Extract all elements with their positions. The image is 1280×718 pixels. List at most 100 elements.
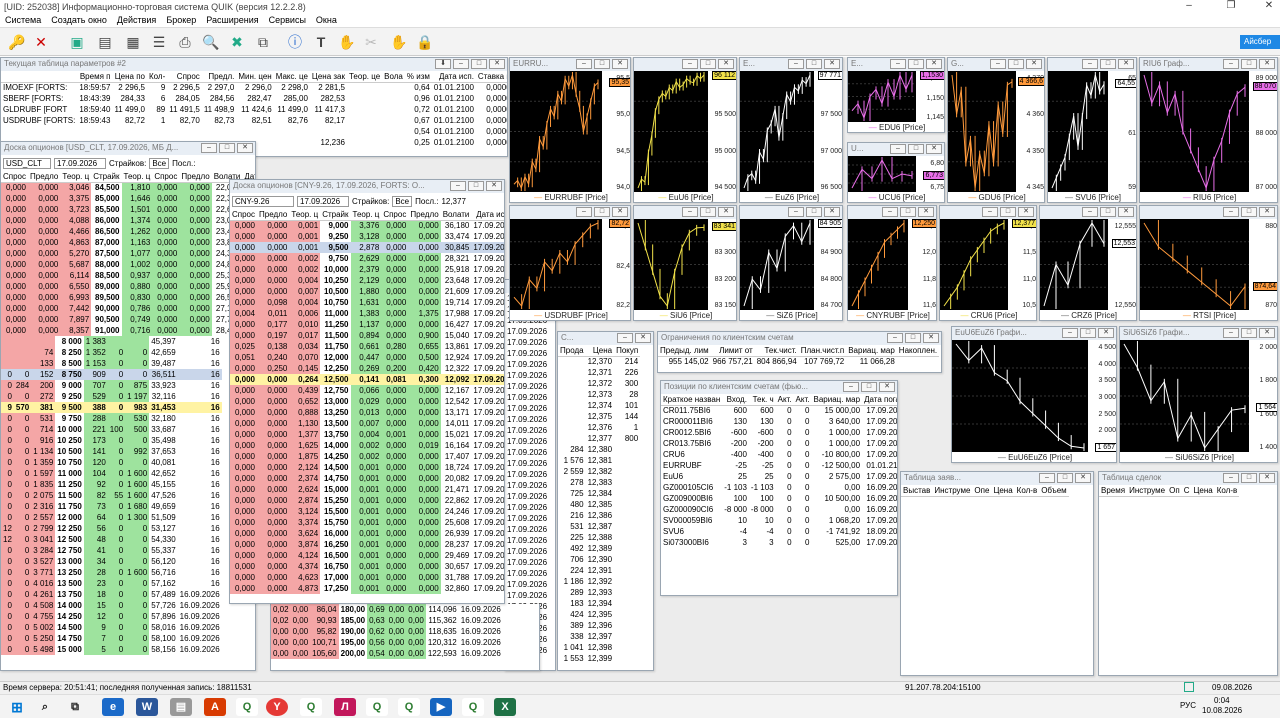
table-row[interactable]: 001 835 11 250 92 0 1 600 45,155 16 bbox=[1, 479, 222, 490]
minimize-button[interactable]: – bbox=[843, 382, 859, 392]
column-header[interactable]: Цена bbox=[991, 485, 1015, 497]
base-asset-select[interactable]: CNY-9.26 bbox=[232, 195, 294, 207]
table-row[interactable]: 0,000 0,098 0,004 10,750 1,631 0,000 0,000 19,7… bbox=[230, 297, 504, 308]
table-row[interactable]: 0 284 200 9 000 707 0 875 33,923 16 bbox=[1, 380, 222, 391]
table-row[interactable]: 424 12,395 bbox=[558, 609, 640, 620]
table-row[interactable]: 002 075 11 500 82 55 1 600 47,526 16 bbox=[1, 490, 222, 501]
close-button[interactable]: ✕ bbox=[824, 59, 840, 69]
table-row[interactable]: 0,000 0,000 3,124 15,500 0,001 0,000 0,000 24,2… bbox=[230, 506, 504, 517]
table-row[interactable]: SV000059BI61010001 068,2017.09.2026 bbox=[661, 515, 897, 526]
close-button[interactable]: ✕ bbox=[1075, 473, 1091, 483]
table-row[interactable]: 0,0000,0007,89790,5000,7490,0000,00027,7… bbox=[1, 314, 255, 325]
table-row[interactable]: 0,000 0,000 0,264 12,500 0,141 0,081 0,300 12,0… bbox=[230, 374, 504, 385]
table-row[interactable]: 0,000 0,000 2,874 15,250 0,001 0,000 0,000 22,8… bbox=[230, 495, 504, 506]
maximize-button[interactable]: □ bbox=[861, 382, 877, 392]
chart-titlebar[interactable]: SiU6SiZ6 Графи... – □ ✕ bbox=[1120, 327, 1277, 340]
table-row[interactable]: 005 002 14 500 9 0 0 58,016 16.09.2026 bbox=[1, 622, 222, 633]
table-row[interactable]: 004 016 13 500 23 0 0 57,162 16 bbox=[1, 578, 222, 589]
table-row[interactable]: 0,000 0,250 0,145 12,250 0,269 0,200 0,420 12,3… bbox=[230, 363, 504, 374]
table-row[interactable]: EURRUBF-25-2500-12 500,0001.01.2100 bbox=[661, 460, 897, 471]
table-row[interactable]: 338 12,397 bbox=[558, 631, 640, 642]
column-header[interactable]: Прода bbox=[558, 345, 586, 357]
table-row[interactable]: 9 570 381 9 500 388 0 983 31,453 16 bbox=[1, 402, 222, 413]
quik-icon-4[interactable]: Q bbox=[398, 698, 420, 716]
table-row[interactable]: 0,000 0,000 1,130 13,500 0,007 0,000 0,000 14,0… bbox=[230, 418, 504, 429]
new-window-icon[interactable]: ▣ bbox=[66, 31, 88, 53]
chart-body[interactable]: 95,595,094,594,095,35— EURRUBF [Price] bbox=[510, 71, 630, 202]
table-row[interactable]: 0,000 0,000 2,124 14,500 0,001 0,000 0,000 18,7… bbox=[230, 462, 504, 473]
table-row[interactable]: 0,000 0,000 1,377 13,750 0,004 0,001 0,000 15,0… bbox=[230, 429, 504, 440]
maximize-button[interactable]: □ bbox=[1241, 207, 1257, 217]
column-header[interactable]: Объем bbox=[1039, 485, 1069, 497]
key-icon[interactable]: 🔑 bbox=[6, 31, 28, 53]
menu-item-3[interactable]: Брокер bbox=[161, 14, 201, 26]
column-header[interactable]: Предло bbox=[28, 171, 61, 183]
column-header[interactable]: Вариац. мар bbox=[846, 345, 897, 357]
close-button[interactable]: ✕ bbox=[718, 59, 734, 69]
quik-icon-5[interactable]: Q bbox=[462, 698, 484, 716]
table-row[interactable]: GZ000090CI6-8 000-8 000000,0016.09.2026 bbox=[661, 504, 897, 515]
table-row[interactable]: 003 771 13 250 28 0 1 600 56,716 16 bbox=[1, 567, 222, 578]
column-header[interactable]: Предло bbox=[179, 171, 212, 183]
minimize-button[interactable]: – bbox=[453, 59, 469, 69]
table-row[interactable]: 0,0000,0005,68788,0001,0020,0000,00024,8… bbox=[1, 259, 255, 270]
column-header[interactable]: Предло bbox=[408, 209, 441, 221]
column-header[interactable]: Ставка пер bbox=[475, 71, 507, 83]
maximize-button[interactable]: □ bbox=[1241, 328, 1257, 338]
column-header[interactable]: Спрос bbox=[230, 209, 258, 221]
column-header[interactable]: Предл. bbox=[201, 71, 237, 83]
chart-body[interactable]: 4 5004 0003 5003 0002 5002 0001 5001 657… bbox=[952, 340, 1116, 462]
table-row[interactable]: 0,000 0,000 0,007 10,500 1,880 0,000 0,000 21,6… bbox=[230, 286, 504, 297]
text-icon[interactable]: T bbox=[310, 31, 332, 53]
column-header[interactable]: Вход. bbox=[722, 394, 749, 406]
minimize-button[interactable]: – bbox=[1082, 59, 1098, 69]
menu-item-2[interactable]: Действия bbox=[112, 14, 161, 26]
close-button[interactable]: ✕ bbox=[879, 382, 895, 392]
table-row[interactable]: 531 12,387 bbox=[558, 521, 640, 532]
table-row[interactable]: Si073000BI63300525,0017.09.2026 bbox=[661, 537, 897, 548]
orders-titlebar[interactable]: Таблица заяв... – □ ✕ bbox=[901, 472, 1093, 485]
chart-body[interactable]: 83 40083 30083 20083 15083 341— SiU6 [Pr… bbox=[634, 219, 736, 320]
table-row[interactable]: 003 527 13 000 34 0 0 56,120 16 bbox=[1, 556, 222, 567]
minimize-button[interactable]: – bbox=[682, 207, 698, 217]
search-icon[interactable]: 🔍 bbox=[200, 31, 222, 53]
table-row[interactable]: 12,370 214 bbox=[558, 356, 640, 367]
maximize-button[interactable]: □ bbox=[468, 181, 484, 191]
minimize-button[interactable]: – bbox=[887, 333, 903, 343]
minimize-button[interactable]: – bbox=[982, 207, 998, 217]
column-header[interactable]: Опе bbox=[972, 485, 992, 497]
table-row[interactable]: SBERF [FORTS: 18:43:39 284,33 6 284,05 284,56… bbox=[1, 93, 507, 104]
maximize-button[interactable]: □ bbox=[908, 59, 924, 69]
menu-item-6[interactable]: Окна bbox=[311, 14, 342, 26]
chart-titlebar[interactable]: EURRU... – □ ✕ bbox=[510, 58, 630, 71]
column-header[interactable]: Спрос bbox=[152, 171, 180, 183]
close-button[interactable]: ✕ bbox=[1258, 0, 1280, 14]
column-header[interactable]: Тек.чист. bbox=[754, 345, 799, 357]
table-row[interactable]: 0,0000,0007,44290,0000,7860,0000,00027,1… bbox=[1, 303, 255, 314]
app-icon-4[interactable]: ▶ bbox=[430, 698, 452, 716]
chart-body[interactable]: 12,555 12,550 12,553— CRZ6 [Price] bbox=[1040, 219, 1136, 320]
expiry-select[interactable]: 17.09.2026 bbox=[54, 157, 106, 169]
column-header[interactable]: Макс. це bbox=[273, 71, 310, 83]
table-row[interactable]: 0,0000,0004,46686,5001,2620,0000,00023,4… bbox=[1, 226, 255, 237]
column-header[interactable]: Страйк bbox=[91, 171, 122, 183]
column-header[interactable]: Тек. ч bbox=[748, 394, 776, 406]
table-row[interactable]: 1 186 12,392 bbox=[558, 576, 640, 587]
minimize-button[interactable]: – bbox=[617, 333, 633, 343]
table-row[interactable]: 0,00 0,00 100,71 195,00 0,56 0,00 0,00 120,312 1… bbox=[271, 637, 503, 648]
table-row[interactable]: 0 0 916 10 250 173 0 0 35,498 16 bbox=[1, 435, 222, 446]
table-row[interactable]: IMOEXF [FORTS: 18:59:57 2 296,5 9 2 296,5 2 2… bbox=[1, 82, 507, 93]
table-row[interactable]: 002 557 12 000 64 0 1 300 51,509 16 bbox=[1, 512, 222, 523]
table-row[interactable]: 0,000 0,000 0,888 13,250 0,013 0,000 0,000 13,1… bbox=[230, 407, 504, 418]
table-row[interactable]: 0,000 0,000 0,652 13,000 0,029 0,000 0,000 12,5… bbox=[230, 396, 504, 407]
close-button[interactable]: ✕ bbox=[1259, 59, 1275, 69]
chart-body[interactable]: 82,682,482,282,72— USDRUBF [Price] bbox=[510, 219, 630, 320]
minimize-button[interactable]: – bbox=[1082, 207, 1098, 217]
table-row[interactable]: 004 508 14 000 15 0 0 57,726 16.09.2026 bbox=[1, 600, 222, 611]
cny-desk-titlebar[interactable]: Доска опционов [CNY-9.26, 17.09.2026, FO… bbox=[230, 180, 504, 193]
table-row[interactable]: 0,00 0,00 105,60 200,00 0,54 0,00 0,00 122,593 1… bbox=[271, 648, 503, 659]
column-header[interactable]: Теор. ц bbox=[60, 171, 92, 183]
table-row[interactable]: 480 12,385 bbox=[558, 499, 640, 510]
app-icon-3[interactable]: Л bbox=[334, 698, 356, 716]
table-row[interactable]: 0,000 0,000 3,624 16,000 0,001 0,000 0,000 26,9… bbox=[230, 528, 504, 539]
